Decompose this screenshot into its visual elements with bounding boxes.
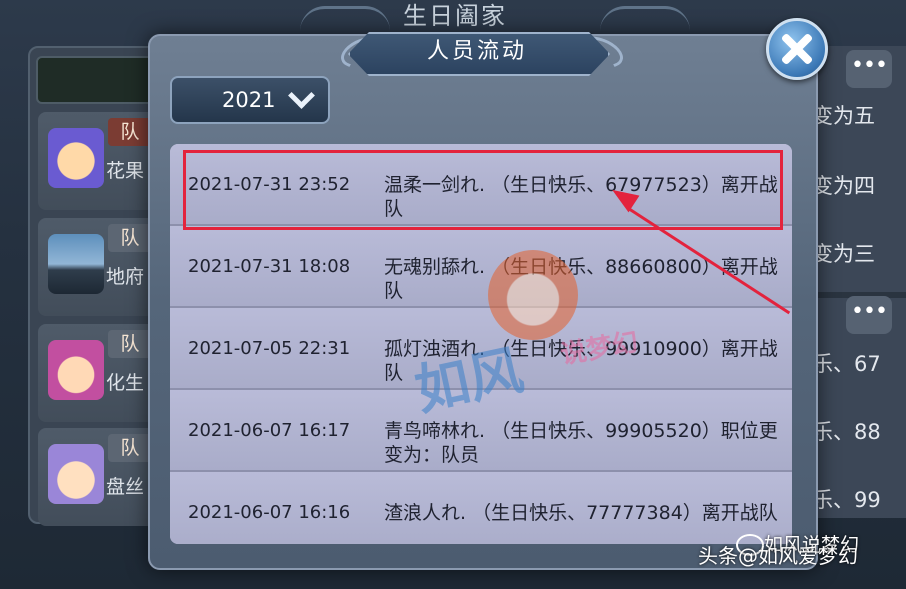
- member-tab-bar[interactable]: [36, 56, 160, 104]
- right-panel-text: 变为四: [812, 174, 875, 198]
- more-options-button[interactable]: •••: [846, 50, 892, 88]
- record-datetime: 2021-06-07 16:16: [188, 502, 351, 523]
- background-title: 生日阖家: [403, 2, 507, 30]
- right-panel-text: 乐、88: [812, 420, 881, 444]
- member-avatar: [48, 340, 104, 400]
- member-name: 化生: [106, 372, 145, 394]
- right-panel-text: 变为三: [812, 242, 875, 266]
- member-badge: 队: [108, 118, 152, 146]
- year-value: 2021: [222, 88, 276, 112]
- close-button[interactable]: [766, 18, 828, 80]
- dialog-title: 人员流动: [426, 39, 527, 64]
- right-panel-text: 变为五: [812, 104, 875, 128]
- more-options-button[interactable]: •••: [846, 296, 892, 334]
- year-dropdown[interactable]: 2021: [170, 76, 330, 124]
- record-row[interactable]: 2021-06-07 16:17 青鸟啼林れ. （生日快乐、99905520）职…: [170, 390, 792, 472]
- record-row[interactable]: 2021-06-07 16:16 渣浪人れ. （生日快乐、77777384）离开…: [170, 472, 792, 544]
- highlight-box: [183, 150, 783, 230]
- record-message: 渣浪人れ. （生日快乐、77777384）离开战队: [384, 502, 778, 524]
- member-avatar: [48, 444, 104, 504]
- member-name: 花果: [106, 160, 145, 182]
- member-avatar: [48, 128, 104, 188]
- footer-source-label: 头条: [698, 544, 738, 568]
- record-row[interactable]: 2021-07-05 22:31 孤灯浊酒れ. （生日快乐、99910900）离…: [170, 308, 792, 390]
- member-avatar: [48, 234, 104, 294]
- member-name: 盘丝: [106, 476, 145, 498]
- footer-source: 头条@如风爱梦幻: [698, 540, 858, 569]
- record-message: 孤灯浊酒れ. （生日快乐、99910900）离开战队: [384, 338, 778, 384]
- member-badge: 队: [108, 330, 152, 358]
- member-name: 地府: [106, 266, 145, 288]
- record-datetime: 2021-06-07 16:17: [188, 420, 351, 441]
- record-message: 无魂别舔れ. （生日快乐、88660800）离开战队: [384, 256, 778, 302]
- right-panel-text: 乐、67: [812, 352, 881, 376]
- record-datetime: 2021-07-31 18:08: [188, 256, 351, 277]
- title-ornament-right: [600, 6, 690, 31]
- record-row[interactable]: 2021-07-31 18:08 无魂别舔れ. （生日快乐、88660800）离…: [170, 226, 792, 308]
- member-badge: 队: [108, 434, 152, 462]
- record-message: 青鸟啼林れ. （生日快乐、99905520）职位更变为：队员: [384, 420, 778, 466]
- member-badge: 队: [108, 224, 152, 252]
- right-panel-text: 乐、99: [812, 488, 881, 512]
- chevron-down-icon: [288, 82, 315, 109]
- footer-author: @如风爱梦幻: [738, 544, 858, 568]
- record-datetime: 2021-07-05 22:31: [188, 338, 351, 359]
